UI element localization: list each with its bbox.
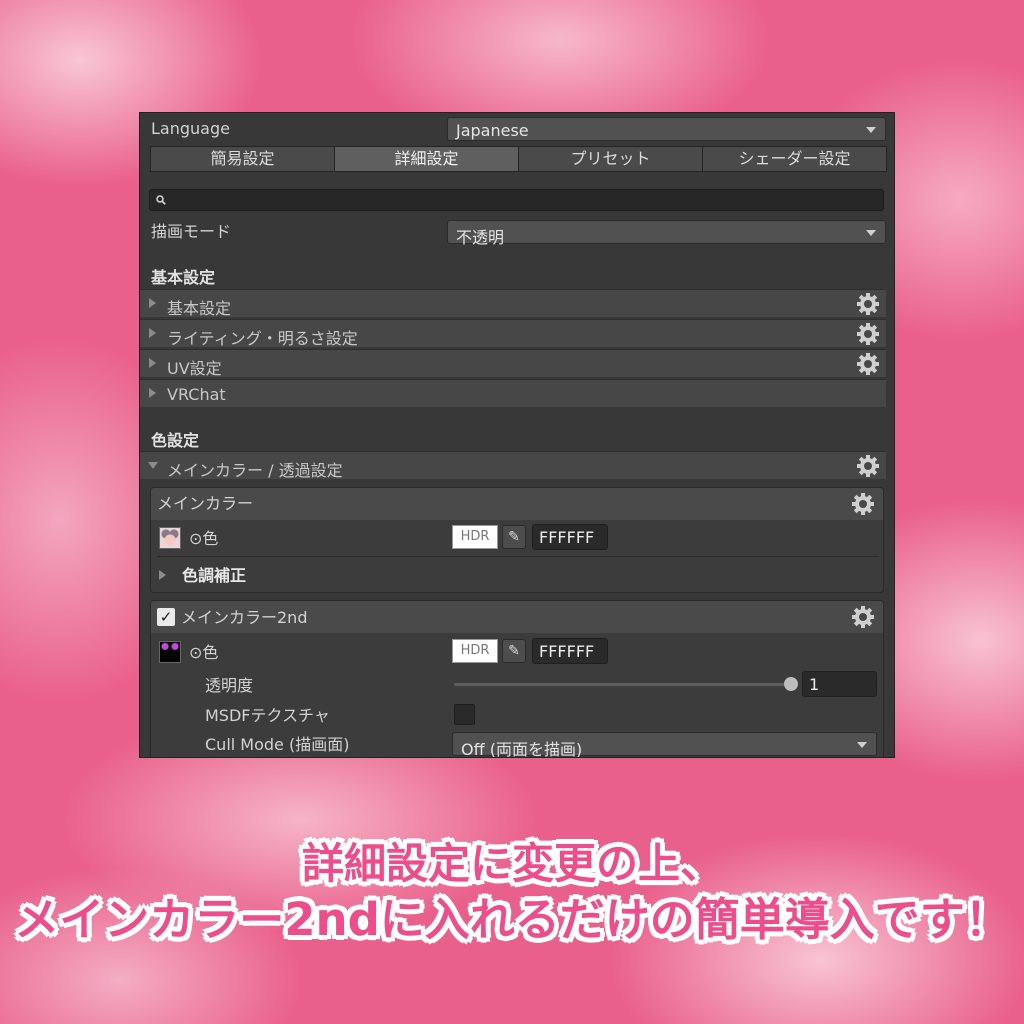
main-color-title: メインカラー <box>157 494 254 513</box>
language-label: Language <box>151 119 230 138</box>
language-dropdown[interactable]: Japanese <box>447 117 886 141</box>
main-color-2nd-header: ✓ メインカラー2nd <box>151 601 883 633</box>
foldout-lighting[interactable]: ライティング・明るさ設定 <box>140 318 886 350</box>
tab-presets[interactable]: プリセット <box>518 146 703 172</box>
main-color-label: ⊙色 <box>189 529 219 548</box>
foldout-main-color-transparency[interactable]: メインカラー / 透過設定 <box>140 450 886 482</box>
gear-icon[interactable] <box>847 488 879 520</box>
tab-simple[interactable]: 簡易設定 <box>150 146 335 172</box>
foldout-uv-label: UV設定 <box>167 359 222 378</box>
eyedropper-icon[interactable]: ✎ <box>502 525 526 549</box>
main-color-hdr-swatch[interactable]: HDR <box>452 525 498 549</box>
search-input[interactable] <box>149 189 884 211</box>
foldout-lighting-label: ライティング・明るさ設定 <box>167 329 358 348</box>
msdf-label: MSDFテクスチャ <box>205 706 330 725</box>
chevron-right-icon <box>149 388 156 398</box>
shader-inspector-panel: Language Japanese 簡易設定 詳細設定 プリセット シェーダー設… <box>139 112 895 758</box>
chevron-down-icon <box>148 462 158 469</box>
render-mode-dropdown[interactable]: 不透明 <box>447 220 886 247</box>
caption-line-2: メインカラー2ndに入れるだけの簡単導入です！ <box>14 893 1010 946</box>
foldout-main-color-label: メインカラー / 透過設定 <box>167 461 343 480</box>
msdf-checkbox[interactable] <box>454 704 475 725</box>
chevron-down-icon <box>857 742 867 748</box>
main-color-hex-field[interactable]: FFFFFF <box>532 524 608 550</box>
main-color-2nd-label: ⊙色 <box>189 643 219 662</box>
chevron-right-icon <box>159 570 166 580</box>
eyedropper-icon[interactable]: ✎ <box>502 639 526 663</box>
opacity-label: 透明度 <box>205 676 254 695</box>
gear-icon[interactable] <box>847 601 879 633</box>
chevron-right-icon <box>149 358 156 368</box>
gear-icon[interactable] <box>852 450 884 482</box>
chevron-right-icon <box>149 328 156 338</box>
chevron-down-icon <box>866 127 876 133</box>
search-icon <box>156 195 166 205</box>
foldout-vrchat-label: VRChat <box>167 385 226 404</box>
language-value: Japanese <box>456 121 529 140</box>
main-color-box: メインカラー ⊙色 HDR ✎ FFFFFF 色調補正 <box>150 487 884 593</box>
basic-section-title: 基本設定 <box>151 268 216 287</box>
cull-mode-dropdown[interactable]: Off (両面を描画) <box>452 732 877 758</box>
settings-tabs: 簡易設定 詳細設定 プリセット シェーダー設定 <box>150 146 887 172</box>
cull-mode-label: Cull Mode (描画面) <box>205 735 350 754</box>
main-texture-thumbnail[interactable] <box>159 527 181 549</box>
main-color-2nd-title: メインカラー2nd <box>181 608 308 627</box>
foldout-vrchat[interactable]: VRChat <box>140 379 886 407</box>
caption-line-1: 詳細設定に変更の上、 <box>301 839 722 888</box>
opacity-slider-track[interactable] <box>454 683 791 686</box>
tab-detailed[interactable]: 詳細設定 <box>334 146 519 172</box>
main-color-2nd-hdr-swatch[interactable]: HDR <box>452 639 498 663</box>
gear-icon[interactable] <box>852 348 884 380</box>
chevron-right-icon <box>149 298 156 308</box>
gear-icon[interactable] <box>852 288 884 320</box>
foldout-uv[interactable]: UV設定 <box>140 348 886 380</box>
main-2nd-texture-thumbnail[interactable] <box>159 641 181 663</box>
color-section-title: 色設定 <box>151 431 200 450</box>
divider <box>157 556 879 557</box>
main-color-2nd-hex-field[interactable]: FFFFFF <box>532 638 608 664</box>
foldout-basic-label: 基本設定 <box>167 299 232 318</box>
main-color-2nd-checkbox[interactable]: ✓ <box>157 608 175 626</box>
render-mode-value: 不透明 <box>456 228 505 247</box>
opacity-value-field[interactable]: 1 <box>802 671 877 697</box>
tone-correction-label[interactable]: 色調補正 <box>182 568 246 584</box>
opacity-slider-handle[interactable] <box>784 677 798 691</box>
main-color-2nd-box: ✓ メインカラー2nd ⊙色 HDR ✎ FFFFFF 透明度 1 MSDFテク… <box>150 600 884 758</box>
cull-mode-value: Off (両面を描画) <box>461 740 583 758</box>
foldout-basic[interactable]: 基本設定 <box>140 288 886 320</box>
tab-shader-settings[interactable]: シェーダー設定 <box>702 146 887 172</box>
render-mode-label: 描画モード <box>151 222 232 241</box>
gear-icon[interactable] <box>852 318 884 350</box>
chevron-down-icon <box>866 230 876 236</box>
main-color-header: メインカラー <box>151 488 883 520</box>
